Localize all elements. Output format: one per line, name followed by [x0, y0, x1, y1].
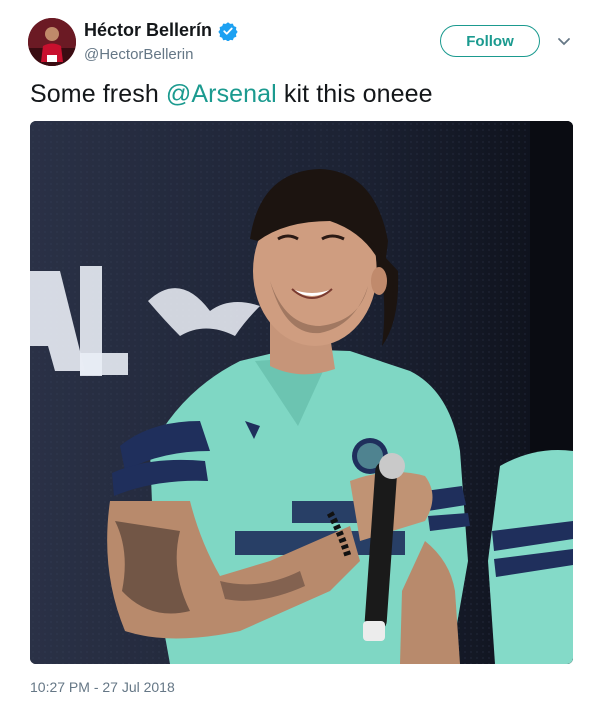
tweet-text: Some fresh @Arsenal kit this oneee [30, 80, 433, 109]
follow-button[interactable]: Follow [440, 25, 540, 57]
tweet-timestamp[interactable]: 10:27 PM - 27 Jul 2018 [30, 679, 175, 695]
photo-media[interactable] [30, 121, 573, 664]
mention-link[interactable]: @Arsenal [166, 80, 277, 108]
user-handle[interactable]: @HectorBellerin [84, 46, 193, 63]
tweet-text-after: kit this oneee [276, 80, 433, 108]
profile-avatar[interactable] [28, 18, 76, 66]
chevron-down-icon[interactable] [554, 32, 574, 52]
display-name[interactable]: Héctor Bellerín [84, 20, 212, 41]
tweet-header: Héctor Bellerín @HectorBellerin Follow [24, 18, 576, 70]
tweet-text-before: Some fresh [30, 80, 166, 108]
name-row: Héctor Bellerín [84, 20, 238, 42]
verified-badge-icon [218, 21, 238, 42]
